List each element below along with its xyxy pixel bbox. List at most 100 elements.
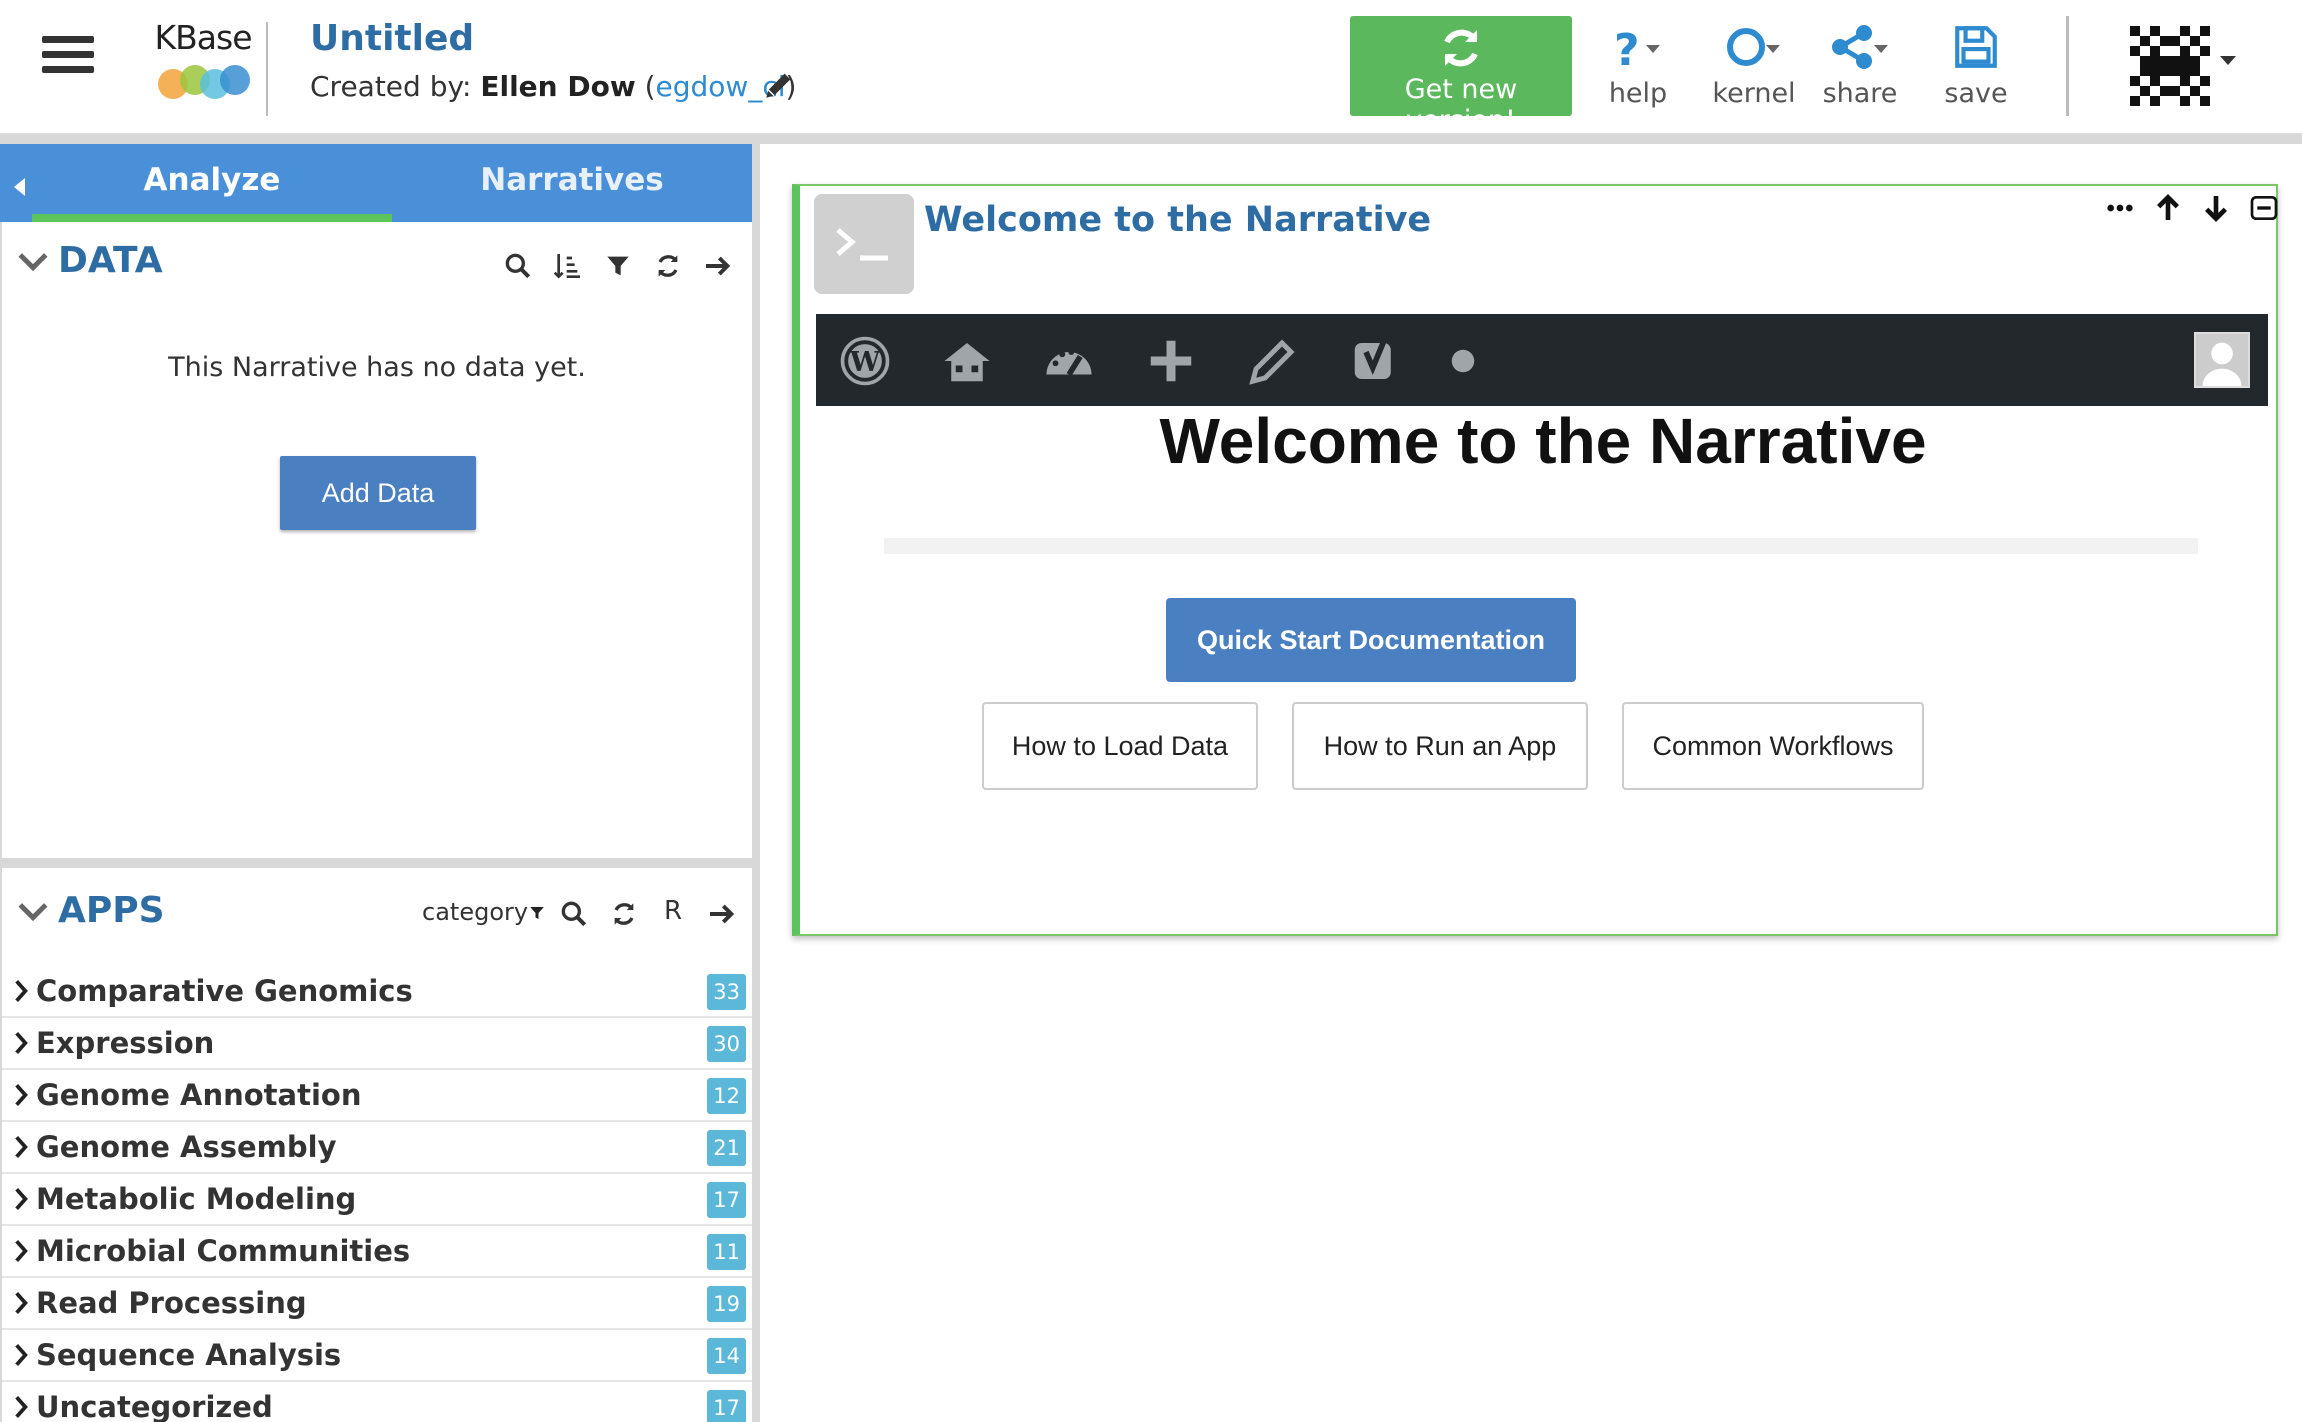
more-options-icon[interactable] [2104,192,2136,224]
header-divider [2066,16,2069,116]
app-count-badge: 33 [707,974,746,1010]
apps-section-title: APPS [58,890,165,931]
get-new-version-button[interactable]: Get new version! [1350,16,1572,136]
app-category-row[interactable]: Uncategorized 17 [2,1382,752,1422]
chevron-right-icon [15,979,28,1003]
pencil-edit-icon[interactable] [762,68,796,102]
app-category-row[interactable]: Read Processing 19 [2,1278,752,1330]
app-count-badge: 14 [707,1338,746,1374]
search-icon[interactable] [502,250,534,282]
terminal-prompt-icon [814,194,914,294]
chevron-right-icon [15,1187,28,1211]
kernel-button[interactable]: kernel [1704,22,1804,118]
share-label: share [1822,78,1898,109]
main-top-separator [760,134,2302,144]
how-to-load-data-button[interactable]: How to Load Data [982,702,1258,790]
kernel-status-icon [1727,28,1780,66]
narrative-title[interactable]: Untitled [310,18,474,59]
apps-section-header[interactable]: APPS [16,890,165,931]
chevron-right-icon [15,1291,28,1315]
creator-name: Ellen Dow [480,70,636,103]
yoast-seo-icon[interactable] [1346,334,1404,388]
kbase-logo[interactable]: KBase [148,18,258,108]
move-down-arrow-icon[interactable] [2200,192,2232,224]
move-up-arrow-icon[interactable] [2152,192,2184,224]
help-button[interactable]: ? help [1588,22,1688,118]
wp-user-avatar-icon[interactable] [2194,332,2250,388]
collapse-cell-icon[interactable] [2248,192,2280,224]
created-by: Created by: Ellen Dow (egdow_ci) [310,70,797,103]
data-section-title: DATA [58,240,163,281]
app-category-row[interactable]: Expression 30 [2,1018,752,1070]
app-count-badge: 17 [707,1182,746,1218]
app-category-name: Microbial Communities [36,1234,411,1268]
welcome-heading: Welcome to the Narrative [1159,405,1927,477]
chevron-right-icon [15,1083,28,1107]
filter-icon[interactable] [602,250,634,282]
my-sites-icon[interactable] [938,334,996,388]
tab-analyze[interactable]: Analyze [32,144,392,222]
arrow-right-icon[interactable] [706,898,738,930]
app-count-badge: 11 [707,1234,746,1270]
logo-graphic [154,61,252,105]
how-to-run-an-app-button[interactable]: How to Run an App [1292,702,1588,790]
refresh-icon[interactable] [608,898,640,930]
account-dropdown-caret-icon[interactable] [2220,56,2236,65]
cell-title[interactable]: Welcome to the Narrative [924,200,1431,240]
user-avatar-icon[interactable] [2130,26,2210,106]
side-panel: Analyze Narratives DATA This Narrative h… [0,134,760,1422]
top-header: KBase Untitled Created by: Ellen Dow (eg… [0,0,2302,136]
collapse-panel-icon[interactable] [14,178,25,196]
app-category-name: Read Processing [36,1286,307,1320]
help-label: help [1608,78,1668,109]
chevron-right-icon [15,1031,28,1055]
app-category-row[interactable]: Comparative Genomics 33 [2,966,752,1018]
svg-text:?: ? [1614,25,1640,72]
menu-hamburger-icon[interactable] [42,36,94,80]
add-data-button[interactable]: Add Data [280,456,476,530]
app-category-name: Metabolic Modeling [36,1182,357,1216]
edit-pencil-icon[interactable] [1244,334,1302,388]
question-icon: ? [1614,25,1660,72]
data-empty-message: This Narrative has no data yet. [168,352,586,383]
chevron-right-icon [15,1343,28,1367]
wordpress-admin-bar: W [816,314,2268,406]
chevron-down-icon [18,253,48,272]
refresh-icon[interactable] [652,250,684,282]
chevron-down-icon [18,903,48,922]
quick-start-documentation-button[interactable]: Quick Start Documentation [1166,598,1576,682]
app-count-badge: 17 [707,1390,746,1422]
chevron-right-icon [15,1135,28,1159]
share-button[interactable]: share [1810,22,1910,118]
markdown-cell[interactable]: Welcome to the Narrative W Welcome to th… [792,184,2278,936]
new-plus-icon[interactable] [1142,334,1200,388]
app-count-badge: 12 [707,1078,746,1114]
svg-text:W: W [849,347,881,378]
category-filter-dropdown[interactable]: category [422,898,546,926]
app-category-row[interactable]: Sequence Analysis 14 [2,1330,752,1382]
app-category-name: Sequence Analysis [36,1338,342,1372]
app-category-row[interactable]: Genome Assembly 21 [2,1122,752,1174]
data-section: DATA This Narrative has no data yet. Add… [2,222,752,858]
tab-narratives[interactable]: Narratives [392,144,752,222]
data-section-header[interactable]: DATA [16,240,163,281]
refresh-icon [1444,29,1478,67]
chevron-right-icon [15,1239,28,1263]
side-panel-tabs: Analyze Narratives [0,144,752,222]
app-category-row[interactable]: Microbial Communities 11 [2,1226,752,1278]
search-icon[interactable] [558,898,590,930]
app-category-name: Genome Assembly [36,1130,337,1164]
created-by-prefix: Created by: [310,70,481,103]
app-category-row[interactable]: Genome Annotation 12 [2,1070,752,1122]
common-workflows-button[interactable]: Common Workflows [1622,702,1924,790]
app-category-row[interactable]: Metabolic Modeling 17 [2,1174,752,1226]
save-button[interactable]: save [1926,22,2026,118]
wordpress-logo-icon[interactable]: W [836,334,894,388]
app-category-name: Comparative Genomics [36,974,413,1008]
app-category-name: Expression [36,1026,215,1060]
dashboard-gauge-icon[interactable] [1040,334,1098,388]
sort-icon[interactable] [552,250,584,282]
arrow-right-icon[interactable] [702,250,734,282]
app-category-name: Uncategorized [36,1390,273,1422]
r-toggle[interactable]: R [664,896,682,926]
